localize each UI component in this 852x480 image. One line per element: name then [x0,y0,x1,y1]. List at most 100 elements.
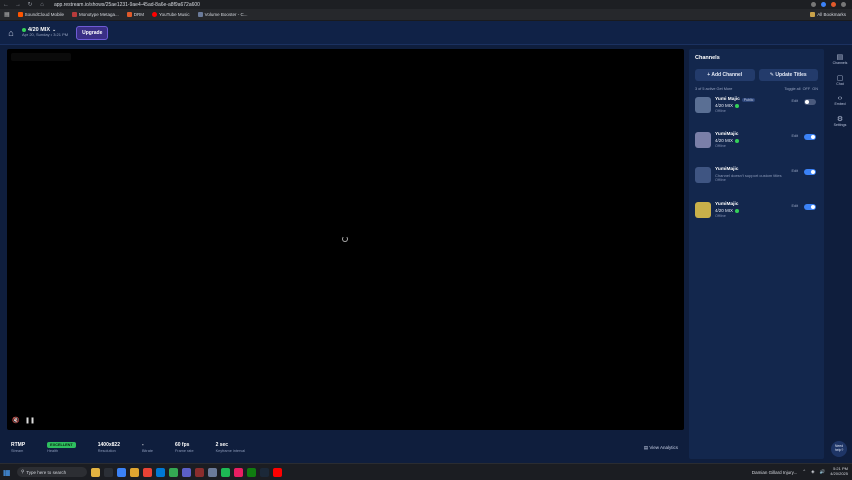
volume-icon[interactable]: 🔊 [820,469,826,475]
store-icon[interactable] [156,467,165,477]
task-view-icon[interactable] [104,467,113,477]
stat-health: EXCELLENT Health [47,441,76,453]
address-bar[interactable]: app.restream.io/shows/25ae1231-9ae4-45ad… [54,2,200,8]
chrome-icon[interactable] [143,467,152,477]
extension-icon[interactable] [821,2,826,7]
pause-icon[interactable]: ❚❚ [25,417,35,424]
steam-icon[interactable] [260,467,269,477]
active-count: 3 of 5 active Get More [695,87,733,91]
channel-toggle[interactable] [804,134,816,140]
app-icon[interactable] [221,467,230,477]
channel-toggle[interactable] [804,169,816,175]
embed-icon: ‹› [837,95,843,102]
rail-chat[interactable]: ▢ Chat [836,74,843,86]
upgrade-button[interactable]: Upgrade [76,25,109,40]
wifi-icon[interactable]: ◈ [811,469,814,475]
app-icon[interactable] [195,467,204,477]
edit-button[interactable]: Edit [791,134,798,138]
youtube-music-icon [151,12,157,17]
bookmark-item[interactable]: Monotype Metaga... [71,12,119,17]
stream-stats: RTMP Stream EXCELLENT Health 1400x822 Resol… [7,437,684,459]
view-analytics-link[interactable]: ▤ View Analytics [644,445,684,451]
rail-channels[interactable]: ▤ Channels [833,53,848,65]
reload-icon[interactable]: ↻ [24,1,36,8]
status-dot-icon [735,139,740,144]
stat-bitrate: - Bitrate [142,441,153,453]
avatar [695,202,711,218]
status-dot-icon [735,104,740,109]
stream-info[interactable]: 4/20 MIX ⌄ Apr 20, Sunday • 3:21 PM [22,27,68,37]
privacy-badge: Public [741,97,756,103]
apps-icon[interactable]: ▦ [4,11,10,18]
avatar [695,132,711,148]
channel-toggle[interactable] [804,204,816,210]
home-icon[interactable]: ⌂ [36,2,48,8]
bookmarks-bar: ▦ SoundCloud Mobile Monotype Metaga... D… [0,9,852,21]
file-explorer-icon[interactable] [130,467,139,477]
soundcloud-icon [17,12,23,17]
profile-icon[interactable] [841,2,846,7]
right-rail: ▤ Channels ▢ Chat ‹› Embed ⚙ Settings [828,45,852,463]
channel-item: YumiMajic Channel doesn't support custom… [695,167,818,193]
app-icon[interactable] [208,467,217,477]
stat-keyframe: 2 sec Keyframe interval [215,441,246,453]
stream-date: Apr 20, Sunday • 3:21 PM [22,32,69,38]
avatar [695,97,711,113]
stat-stream: RTMP Stream [11,441,26,453]
status-dot-icon [735,209,740,214]
bookmark-item[interactable]: Volume Booster - C... [197,12,247,17]
windows-start-icon[interactable]: ▦ [3,468,13,477]
drm-icon [126,12,132,17]
video-preview[interactable]: 🔇 ❚❚ [7,49,684,430]
volume-booster-icon [197,12,203,17]
browser-titlebar: ← → ↻ ⌂ app.restream.io/shows/25ae1231-9… [0,0,852,9]
xbox-icon[interactable] [247,467,256,477]
app-icon[interactable] [182,467,191,477]
rail-settings[interactable]: ⚙ Settings [834,115,847,127]
search-icon: ⚲ [21,469,25,474]
channel-toggle[interactable] [804,99,816,105]
edit-button[interactable]: Edit [791,169,798,173]
weather-widget[interactable]: Damian Gillard Injury... [752,470,797,475]
home-button[interactable]: ⌂ [0,28,22,38]
folder-icon [810,12,816,17]
add-channel-button[interactable]: + Add Channel [695,69,755,81]
update-titles-button[interactable]: ✎ Update Titles [758,69,818,81]
rail-embed[interactable]: ‹› Embed [834,95,845,106]
bookmark-star-icon[interactable] [811,2,816,7]
forward-icon[interactable]: → [12,2,24,8]
channels-icon: ▤ [836,54,844,61]
widgets-icon[interactable] [91,467,100,477]
settings-icon: ⚙ [836,116,844,123]
app-icon[interactable] [169,467,178,477]
extension-icon[interactable] [831,2,836,7]
channel-item: YumiMajic 4/20 MIX Offline Edit [695,202,818,228]
chevron-up-icon[interactable]: ⌃ [802,469,806,475]
edit-button[interactable]: Edit [791,99,798,103]
app-icon[interactable] [234,467,243,477]
health-badge: EXCELLENT [47,441,76,448]
edge-icon[interactable] [117,467,126,477]
all-bookmarks[interactable]: All Bookmarks [810,12,852,17]
toggle-all-off[interactable]: OFF [803,87,811,91]
channel-item: Yumi Majic Public 4/20 MIX Offline Edit [695,97,818,123]
youtube-icon[interactable] [273,467,282,477]
back-icon[interactable]: ← [0,2,12,8]
bookmark-item[interactable]: DRM [126,12,144,17]
loading-spinner-icon [342,236,348,242]
avatar [695,167,711,183]
bookmark-item[interactable]: YouTube Music [151,12,190,17]
channels-panel: Channels + Add Channel ✎ Update Titles 3… [689,49,824,459]
taskbar-search[interactable]: ⚲ Type here to search [17,467,87,477]
toggle-all-on[interactable]: ON [812,87,818,91]
mute-icon[interactable]: 🔇 [12,417,19,424]
stat-resolution: 1400x822 Resolution [97,441,120,453]
help-button[interactable]: Need help? [831,441,847,457]
preview-overlay [11,53,71,61]
clock[interactable]: 5:21 PM 4/20/2025 [830,466,848,477]
toggle-all-label: Toggle all [784,87,801,91]
stat-frame-rate: 60 fps Frame rate [174,441,194,453]
channel-item: YumiMajic 4/20 MIX Offline Edit [695,132,818,158]
edit-button[interactable]: Edit [791,204,798,208]
bookmark-item[interactable]: SoundCloud Mobile [17,12,64,17]
